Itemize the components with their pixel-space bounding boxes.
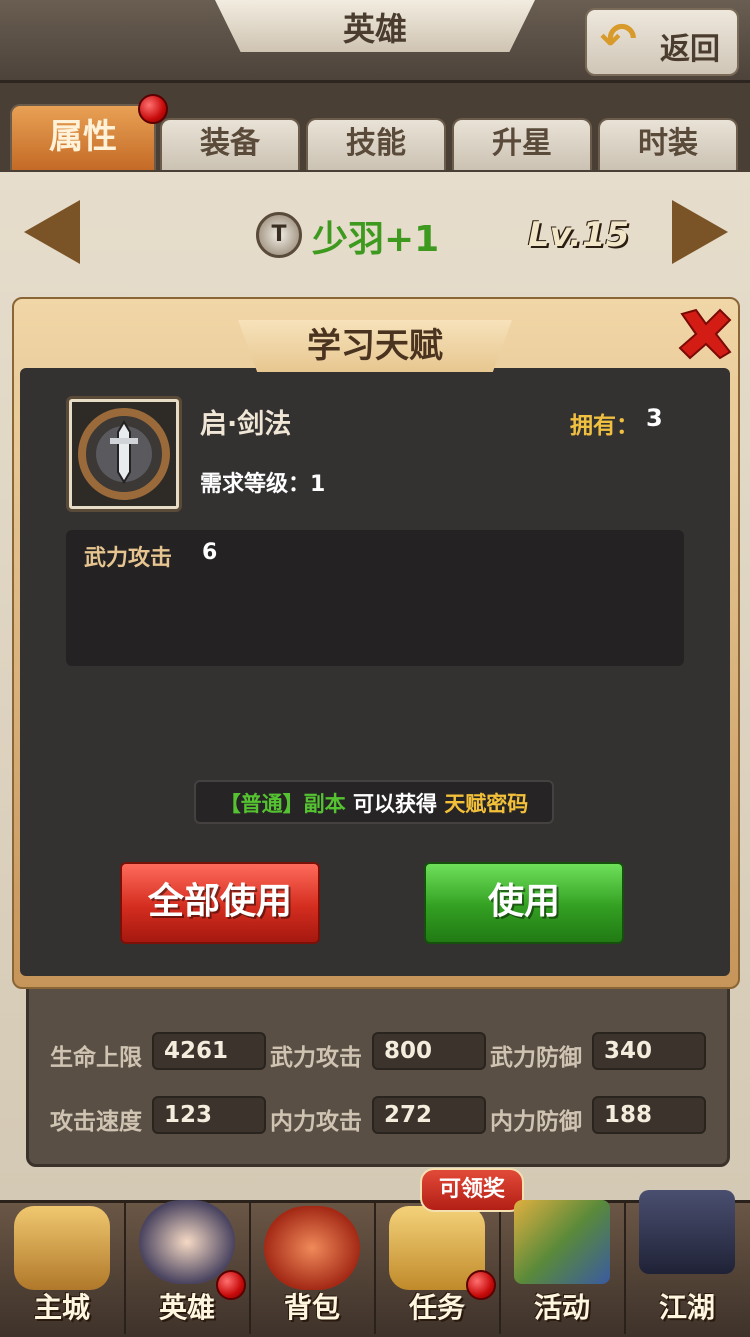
- close-icon[interactable]: [676, 306, 734, 362]
- previous-hero-arrow-icon[interactable]: [24, 200, 80, 264]
- back-arrow-icon[interactable]: ↶: [600, 14, 637, 65]
- tab-star-up[interactable]: 升星: [452, 118, 592, 170]
- ship-icon[interactable]: [14, 1206, 110, 1290]
- effect-stat-value: 6: [202, 540, 218, 565]
- bag-icon[interactable]: [264, 1206, 360, 1290]
- owned-count: 3: [646, 404, 663, 432]
- sword-emblem-icon: [72, 402, 176, 506]
- use-all-button[interactable]: 全部使用: [120, 862, 320, 944]
- nav-label[interactable]: 活动: [500, 1286, 624, 1326]
- stat-label: 生命上限: [50, 1045, 142, 1071]
- tab-skills[interactable]: 技能: [306, 118, 446, 170]
- stat-label: 攻击速度: [50, 1109, 142, 1135]
- tab-costume[interactable]: 时装: [598, 118, 738, 170]
- back-label[interactable]: 返回: [660, 24, 720, 68]
- stat-value: 272: [372, 1096, 486, 1134]
- page-title: 英雄: [342, 10, 407, 48]
- hero-portrait-icon[interactable]: [139, 1200, 235, 1284]
- hero-level: Lv.15: [528, 215, 630, 255]
- source-hint: 【普通】副本 可以获得 天赋密码: [194, 788, 554, 818]
- use-button[interactable]: 使用: [424, 862, 624, 944]
- stat-label: 武力攻击: [270, 1045, 362, 1071]
- nav-label[interactable]: 背包: [250, 1286, 374, 1326]
- dialog-title: 学习天赋: [307, 326, 443, 366]
- stat-value: 4261: [152, 1032, 266, 1070]
- stat-value: 800: [372, 1032, 486, 1070]
- nav-label[interactable]: 江湖: [625, 1286, 749, 1326]
- rank-shield-icon: T: [256, 212, 302, 258]
- source-dungeon: 【普通】副本: [219, 792, 346, 816]
- required-level: 需求等级：1: [200, 472, 326, 497]
- stat-label: 武力防御: [490, 1045, 582, 1071]
- gem-crate-icon[interactable]: [514, 1200, 610, 1284]
- nav-label[interactable]: 英雄: [125, 1286, 249, 1326]
- effect-stat-name: 武力攻击: [84, 546, 173, 571]
- source-text: 可以获得: [345, 792, 445, 816]
- stat-value: 123: [152, 1096, 266, 1134]
- stat-value: 188: [592, 1096, 706, 1134]
- stat-value: 340: [592, 1032, 706, 1070]
- next-hero-arrow-icon[interactable]: [672, 200, 728, 264]
- owned-label: 拥有：: [570, 413, 639, 439]
- stat-label: 内力防御: [490, 1109, 582, 1135]
- stat-label: 内力攻击: [270, 1109, 362, 1135]
- tab-equipment[interactable]: 装备: [160, 118, 300, 170]
- source-item: 天赋密码: [444, 792, 529, 816]
- nav-label[interactable]: 任务: [375, 1286, 499, 1326]
- lantern-icon[interactable]: [639, 1190, 735, 1274]
- tab-attributes[interactable]: 属性: [10, 104, 156, 170]
- hero-name: 少羽+1: [312, 219, 440, 260]
- item-name: 启·剑法: [200, 409, 292, 440]
- nav-label[interactable]: 主城: [0, 1286, 124, 1326]
